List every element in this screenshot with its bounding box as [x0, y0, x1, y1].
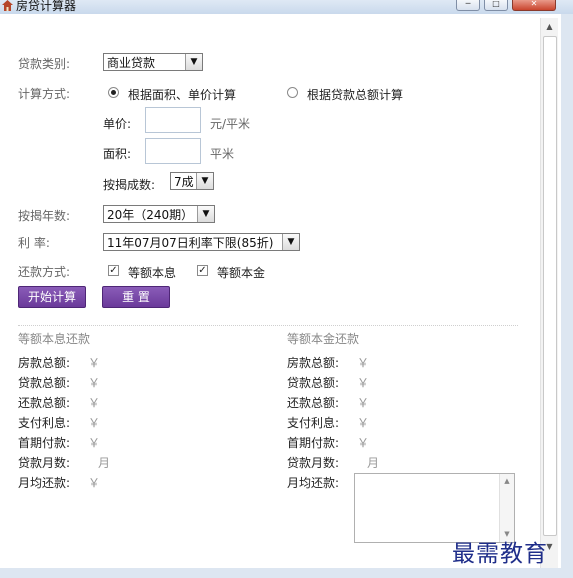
chevron-down-icon[interactable]: ▼ — [185, 54, 202, 70]
vertical-scrollbar[interactable]: ▲ ▼ — [540, 18, 558, 568]
repay-total-label: 还款总额: — [287, 396, 340, 410]
chevron-down-icon[interactable]: ▼ — [197, 206, 214, 222]
down-payment-label: 首期付款: — [18, 436, 71, 450]
house-total-value: ￥ — [88, 356, 101, 370]
repay-total-value: ￥ — [88, 396, 101, 410]
checkbox-equal-installment-label[interactable]: 等额本息 — [128, 264, 176, 281]
loan-type-label: 贷款类别: — [18, 57, 71, 71]
area-label: 面积: — [103, 147, 132, 161]
unit-price-unit: 元/平米 — [210, 117, 251, 131]
checkbox-equal-principal[interactable]: ✓ — [197, 265, 208, 276]
interest-value: ￥ — [357, 416, 370, 430]
scroll-up-icon[interactable]: ▲ — [541, 18, 558, 35]
minimize-button[interactable]: ─ — [456, 0, 480, 11]
years-select[interactable]: 20年（240期） ▼ — [103, 205, 215, 223]
list-scrollbar[interactable]: ▲ ▼ — [499, 474, 514, 542]
window-title: 房贷计算器 — [16, 0, 77, 13]
unit-price-label: 单价: — [103, 117, 132, 131]
rate-select[interactable]: 11年07月07日利率下限(85折) ▼ — [103, 233, 300, 251]
checkbox-equal-principal-label[interactable]: 等额本金 — [217, 264, 265, 281]
rate-label: 利 率: — [18, 236, 50, 250]
monthly-repay-label: 月均还款: — [287, 476, 340, 490]
loan-months-unit: 月 — [367, 456, 380, 470]
repay-total-label: 还款总额: — [18, 396, 71, 410]
down-payment-label: 首期付款: — [287, 436, 340, 450]
divider — [18, 325, 518, 326]
repay-total-value: ￥ — [357, 396, 370, 410]
house-total-label: 房款总额: — [287, 356, 340, 370]
loan-type-select[interactable]: 商业贷款 ▼ — [103, 53, 203, 71]
monthly-repay-label: 月均还款: — [18, 476, 71, 490]
window-frame-right — [561, 14, 573, 578]
radio-by-area-label[interactable]: 根据面积、单价计算 — [128, 86, 236, 103]
unit-price-input[interactable] — [145, 107, 201, 133]
house-total-label: 房款总额: — [18, 356, 71, 370]
window-frame-bottom — [0, 568, 573, 578]
scroll-up-icon[interactable]: ▲ — [500, 477, 514, 485]
loan-months-label: 贷款月数: — [287, 456, 340, 470]
scroll-thumb[interactable] — [543, 36, 557, 536]
loan-total-value: ￥ — [88, 376, 101, 390]
mortgage-ratio-select[interactable]: 7成 ▼ — [170, 172, 214, 190]
down-payment-value: ￥ — [88, 436, 101, 450]
area-unit: 平米 — [210, 147, 235, 161]
rate-value: 11年07月07日利率下限(85折) — [107, 236, 274, 250]
calc-method-label: 计算方式: — [18, 87, 71, 101]
radio-by-total-label[interactable]: 根据贷款总额计算 — [307, 86, 403, 103]
years-value: 20年（240期） — [107, 208, 194, 222]
equal-principal-title: 等额本金还款 — [287, 332, 360, 346]
years-label: 按揭年数: — [18, 209, 71, 223]
radio-by-area[interactable] — [108, 87, 119, 98]
repay-method-label: 还款方式: — [18, 265, 71, 279]
close-button[interactable]: ✕ — [512, 0, 556, 11]
mortgage-ratio-label: 按揭成数: — [103, 178, 156, 192]
title-bar: 房贷计算器 ─ □ ✕ — [0, 0, 573, 14]
calculate-button[interactable]: 开始计算 — [18, 286, 86, 308]
maximize-button[interactable]: □ — [484, 0, 508, 11]
house-icon — [2, 0, 13, 11]
loan-months-label: 贷款月数: — [18, 456, 71, 470]
mortgage-ratio-value: 7成 — [174, 175, 194, 189]
monthly-repay-list[interactable]: ▲ ▼ — [354, 473, 515, 543]
reset-button[interactable]: 重 置 — [102, 286, 170, 308]
chevron-down-icon[interactable]: ▼ — [196, 173, 213, 189]
loan-total-label: 贷款总额: — [287, 376, 340, 390]
down-payment-value: ￥ — [357, 436, 370, 450]
interest-label: 支付利息: — [287, 416, 340, 430]
loan-months-unit: 月 — [98, 456, 111, 470]
loan-type-value: 商业贷款 — [107, 56, 156, 70]
radio-by-total[interactable] — [287, 87, 298, 98]
chevron-down-icon[interactable]: ▼ — [282, 234, 299, 250]
monthly-repay-value: ￥ — [88, 476, 101, 490]
loan-total-label: 贷款总额: — [18, 376, 71, 390]
loan-total-value: ￥ — [357, 376, 370, 390]
house-total-value: ￥ — [357, 356, 370, 370]
interest-label: 支付利息: — [18, 416, 71, 430]
area-input[interactable] — [145, 138, 201, 164]
equal-installment-title: 等额本息还款 — [18, 332, 91, 346]
interest-value: ￥ — [88, 416, 101, 430]
checkbox-equal-installment[interactable]: ✓ — [108, 265, 119, 276]
watermark-logo: 最需教育 — [452, 541, 548, 567]
